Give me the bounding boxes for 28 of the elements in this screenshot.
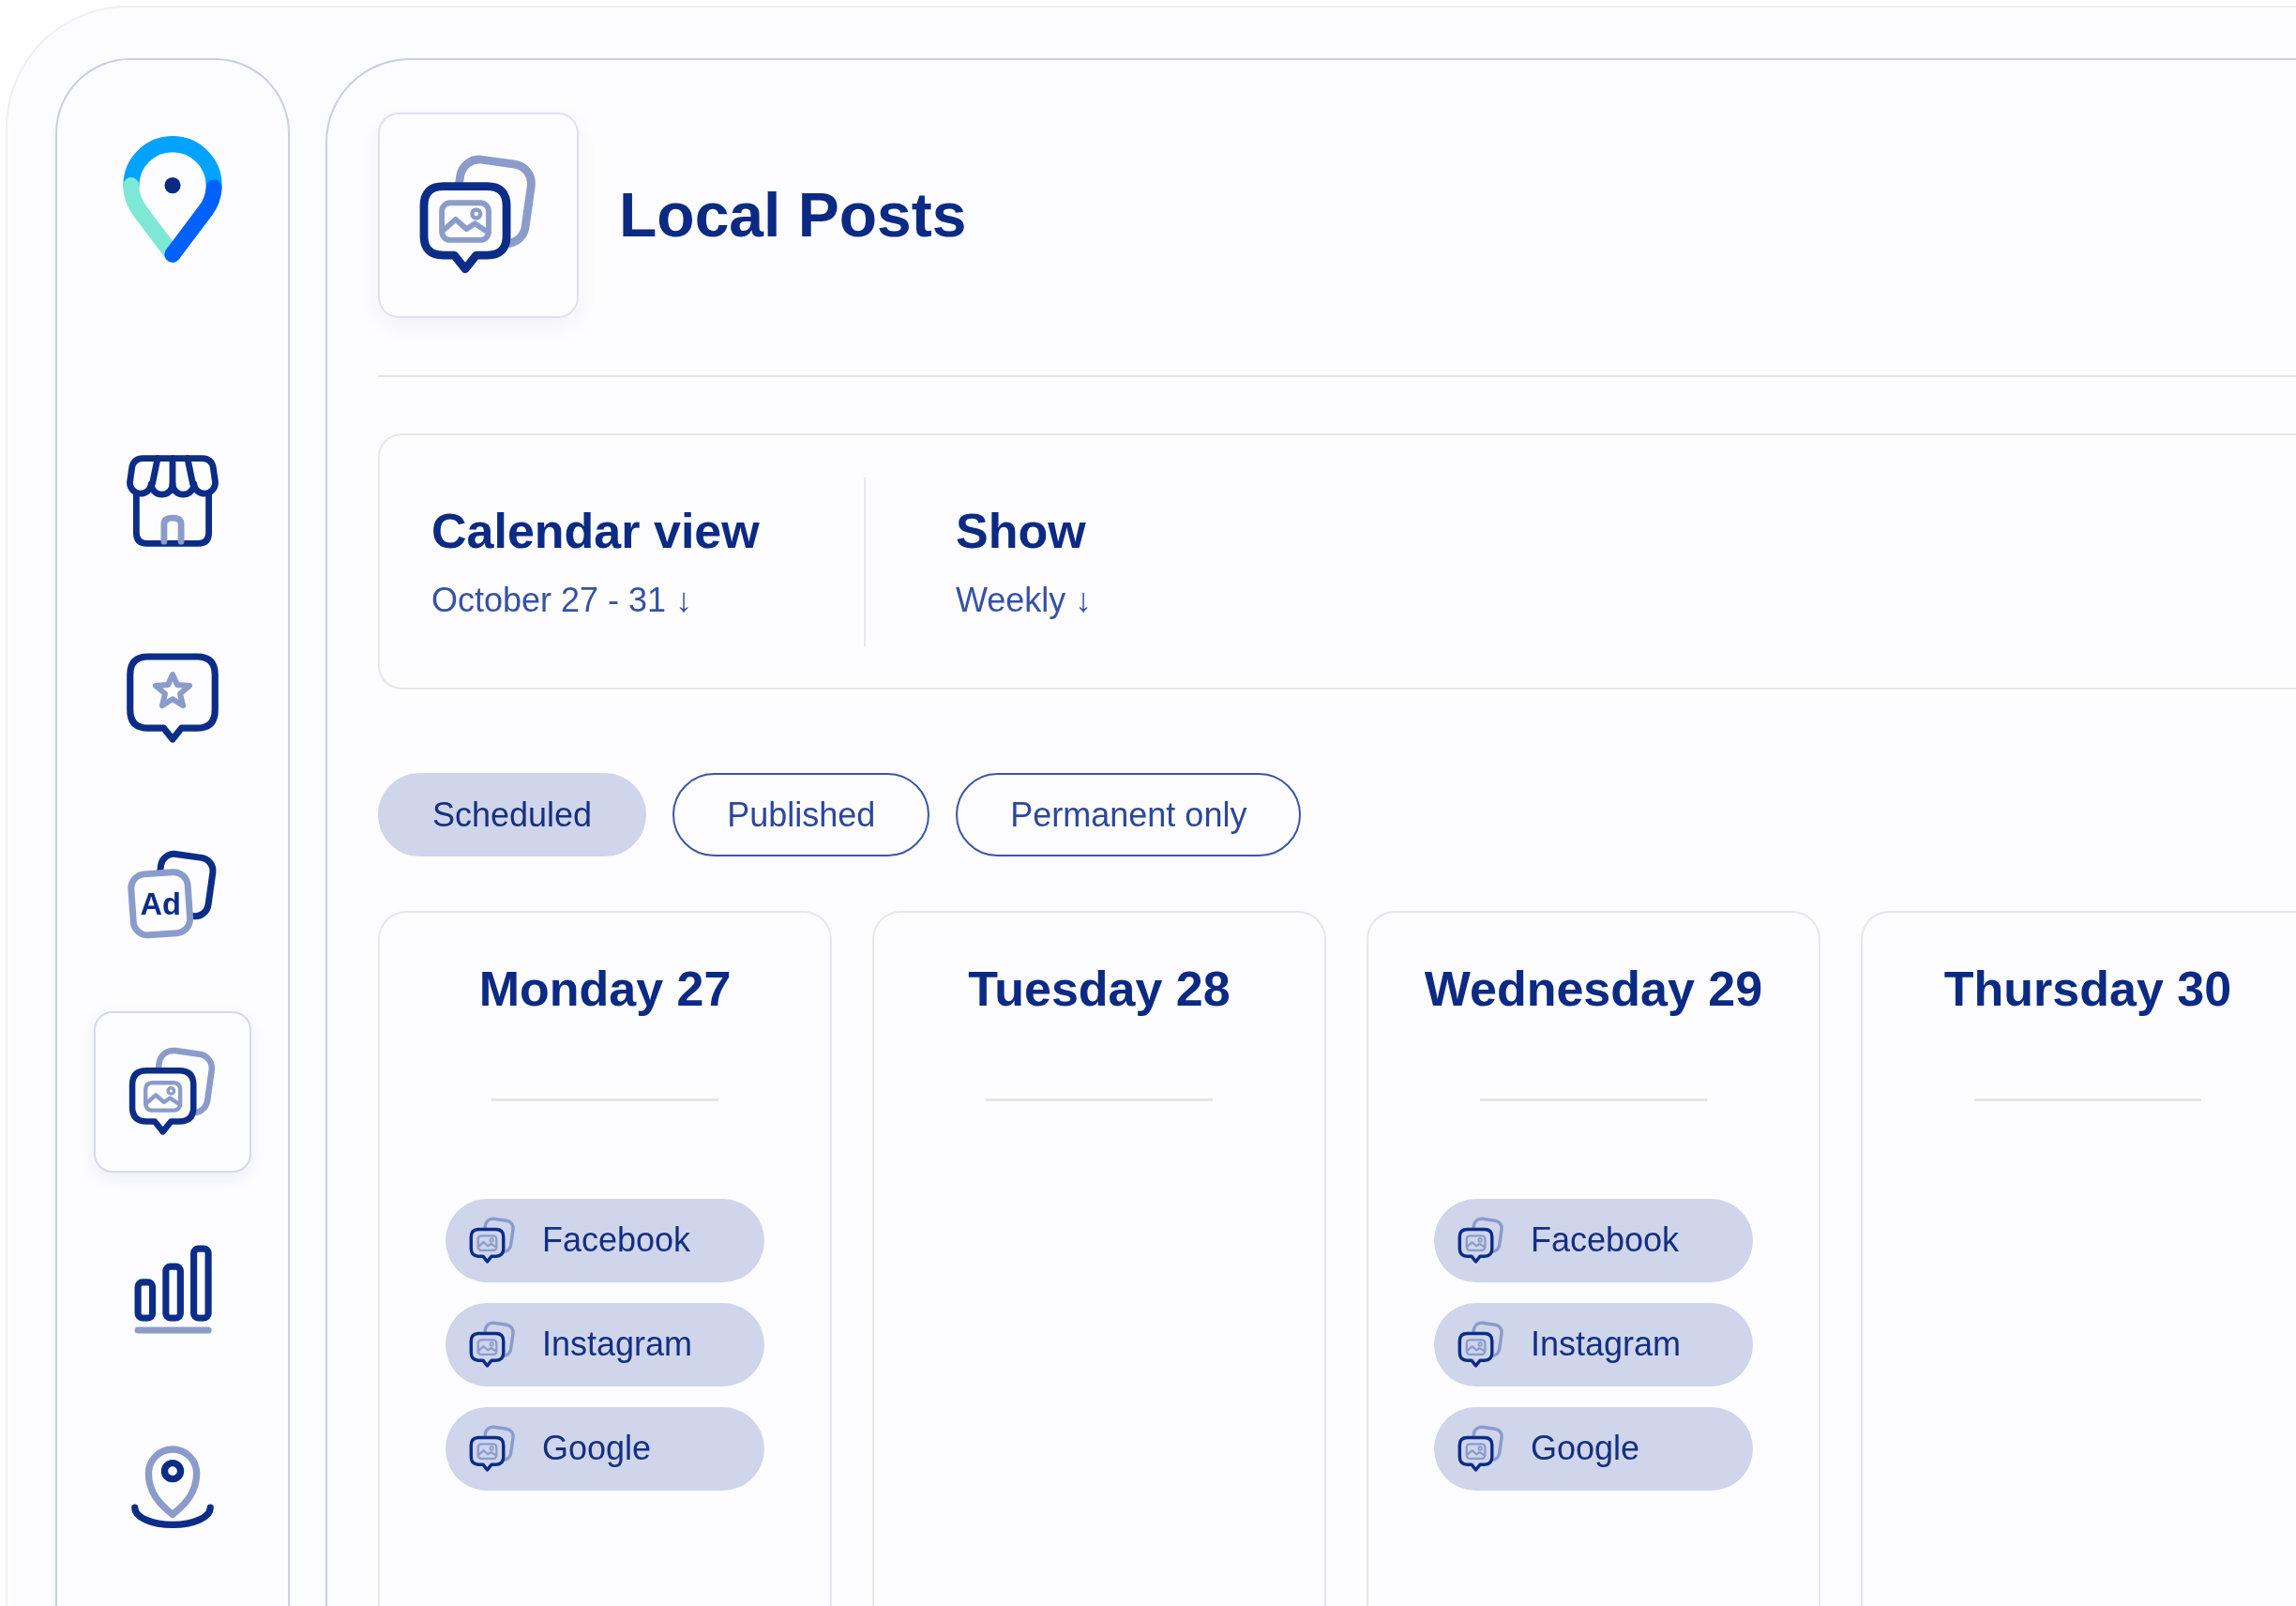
star-bubble-icon	[126, 651, 219, 745]
image-post-icon	[1458, 1215, 1504, 1265]
dropdown-link[interactable]: Weekly ↓	[956, 580, 1093, 620]
day-title: Monday 27	[478, 962, 732, 1018]
post-item[interactable]: Facebook	[446, 1198, 764, 1282]
filter-chip[interactable]: Published	[672, 773, 930, 856]
post-item[interactable]: Facebook	[1434, 1198, 1753, 1282]
image-post-icon	[1458, 1319, 1504, 1370]
post-item[interactable]: Google	[446, 1406, 764, 1491]
image-post-icon	[469, 1215, 516, 1265]
image-post-icon	[469, 1423, 516, 1474]
setting-label: Show	[956, 503, 1086, 560]
filter-chip[interactable]: Permanent only	[956, 773, 1302, 856]
filter-chip[interactable]: Scheduled	[378, 773, 647, 856]
sidebar-item[interactable]	[94, 1011, 251, 1173]
sidebar-item[interactable]: Ad	[94, 814, 251, 976]
page-title: Local Posts	[619, 179, 967, 251]
post-item[interactable]: Instagram	[446, 1302, 764, 1386]
day-title: Thursday 30	[1943, 962, 2232, 1018]
setting-label: Calendar view	[431, 503, 760, 560]
image-post-icon	[1458, 1423, 1504, 1474]
dropdown-link[interactable]: October 27 - 31 ↓	[431, 580, 693, 620]
day-title: Wednesday 29	[1424, 962, 1763, 1018]
day-title: Tuesday 28	[968, 962, 1231, 1018]
image-post-icon	[469, 1319, 516, 1370]
store-icon	[126, 454, 219, 548]
post-item[interactable]: Google	[1434, 1406, 1753, 1491]
post-item[interactable]: Instagram	[1434, 1302, 1753, 1386]
